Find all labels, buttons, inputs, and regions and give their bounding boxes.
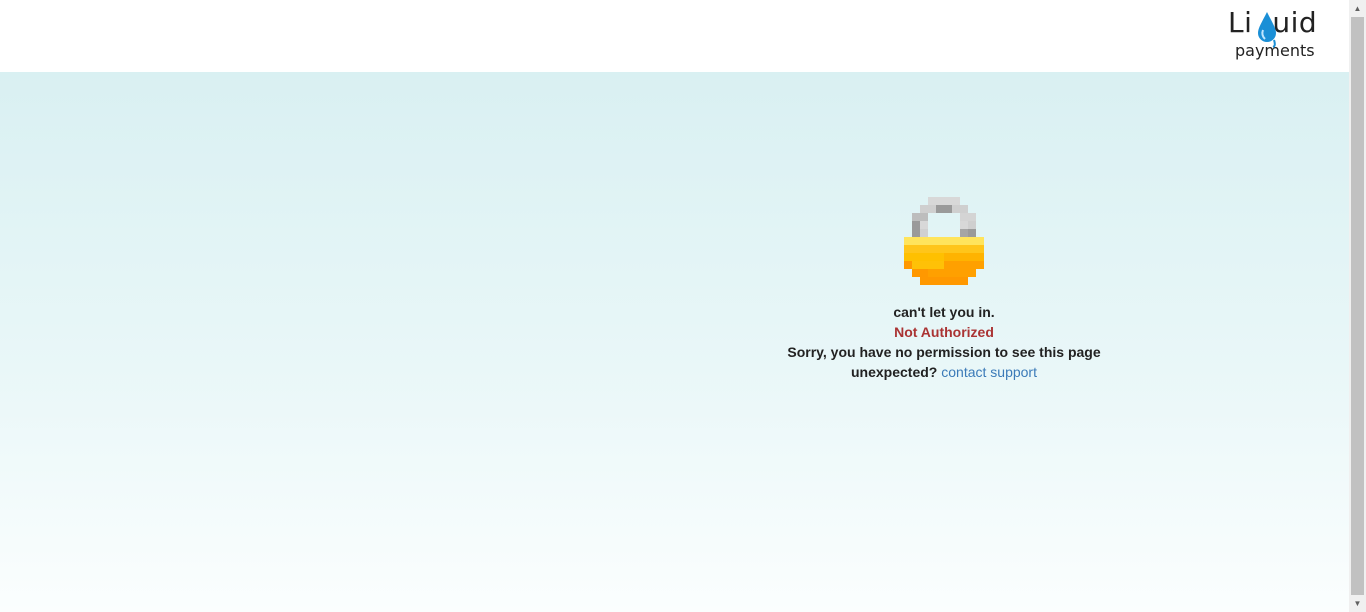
contact-support-link[interactable]: contact support	[941, 364, 1037, 380]
lock-icon	[904, 197, 984, 285]
scrollbar-thumb[interactable]	[1351, 17, 1364, 595]
unauthorized-panel: can't let you in. Not Authorized Sorry, …	[744, 197, 1144, 382]
prompt-text: unexpected?	[851, 364, 938, 380]
main-content: can't let you in. Not Authorized Sorry, …	[0, 72, 1349, 612]
logo-prefix: Li	[1228, 6, 1253, 39]
viewport: Li uid payments can't let you in. Not Au…	[0, 0, 1349, 612]
logo-suffix: uid	[1272, 6, 1318, 39]
logo-subtitle: payments	[1235, 41, 1315, 60]
headline-text: can't let you in.	[893, 304, 995, 320]
support-row: unexpected? contact support	[744, 362, 1144, 382]
status-text: Not Authorized	[894, 324, 994, 340]
scroll-down-arrow-icon[interactable]: ▼	[1349, 595, 1366, 612]
detail-text: Sorry, you have no permission to see thi…	[787, 344, 1101, 360]
top-header: Li uid payments	[0, 0, 1349, 72]
liquid-payments-logo[interactable]: Li uid payments	[1228, 6, 1328, 66]
vertical-scrollbar[interactable]: ▲ ▼	[1349, 0, 1366, 612]
scroll-up-arrow-icon[interactable]: ▲	[1349, 0, 1366, 17]
